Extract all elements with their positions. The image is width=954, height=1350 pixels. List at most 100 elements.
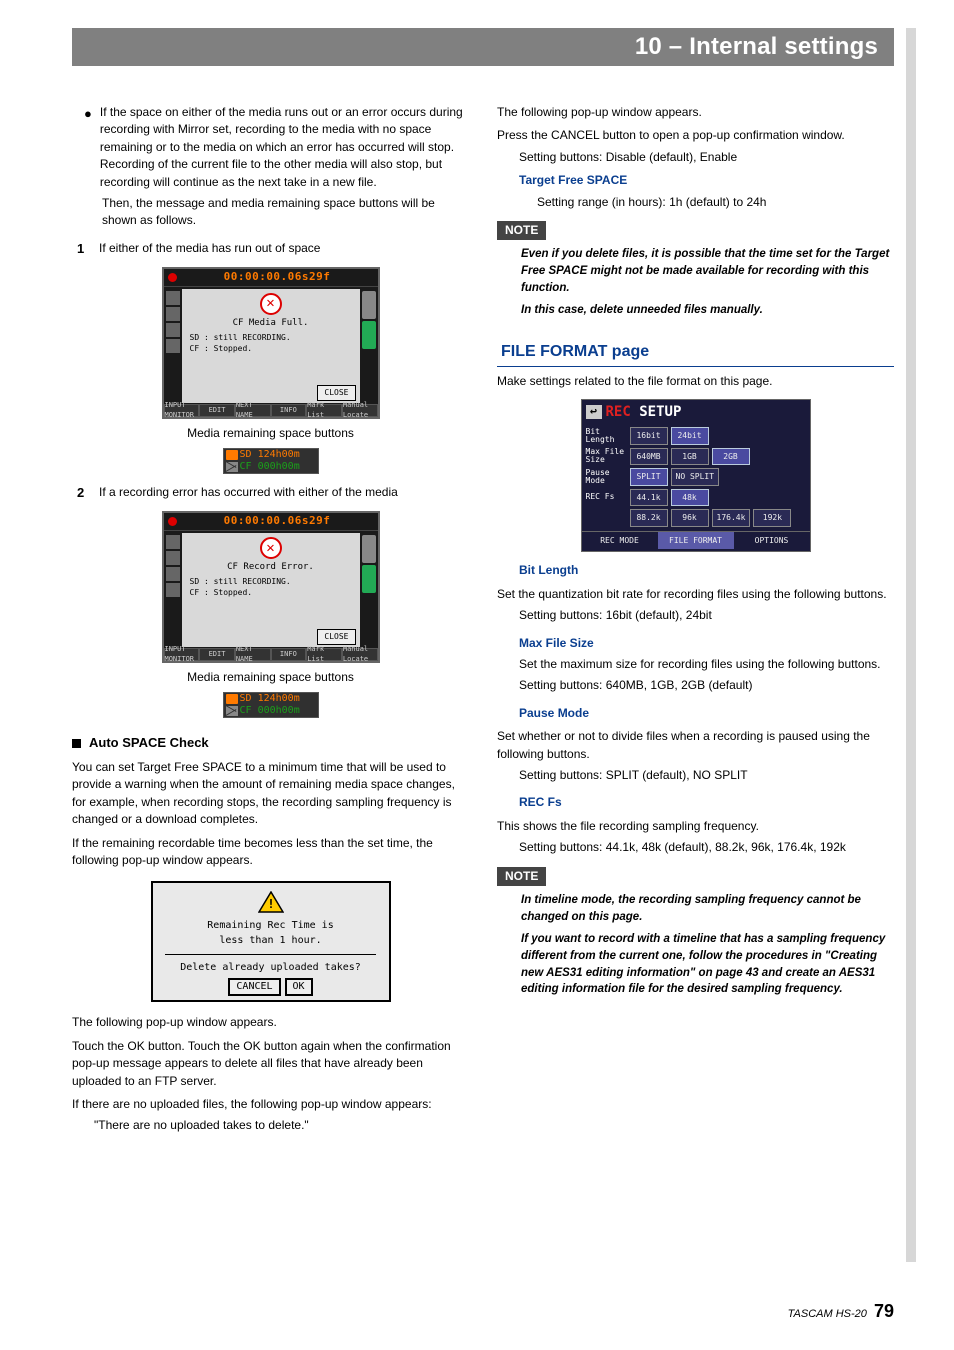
setting-line: Setting buttons: 44.1k, 48k (default), 8… xyxy=(497,839,894,856)
screen-tab[interactable]: Manual Locate xyxy=(342,404,378,417)
note-body: In timeline mode, the recording sampling… xyxy=(497,892,894,998)
status-line: SD : still RECORDING. xyxy=(186,576,356,588)
paragraph: This shows the file recording sampling f… xyxy=(497,818,894,835)
rec-setup-screenshot: ↩ REC SETUP Bit Length16bit24bitMax File… xyxy=(581,399,811,553)
auto-space-check-heading: Auto SPACE Check xyxy=(72,734,469,753)
close-button[interactable]: CLOSE xyxy=(317,385,355,401)
figure-caption: Media remaining space buttons xyxy=(72,425,469,442)
rec-fs-heading: REC Fs xyxy=(497,794,894,811)
rec-setup-row-label: Pause Mode xyxy=(586,469,630,485)
setting-line: Setting buttons: 16bit (default), 24bit xyxy=(497,607,894,624)
cf-icon xyxy=(226,462,238,472)
screen-tab[interactable]: EDIT xyxy=(199,648,235,661)
status-line: SD : still RECORDING. xyxy=(186,332,356,344)
cf-label: CF xyxy=(240,706,252,716)
warning-icon: ! xyxy=(258,891,284,913)
rec-setup-option-button[interactable]: 48k xyxy=(671,489,709,507)
setting-line: Setting buttons: SPLIT (default), NO SPL… xyxy=(497,767,894,784)
screen-tab[interactable]: INPUT MONITOR xyxy=(164,404,200,417)
page-content: ● If the space on either of the media ru… xyxy=(72,104,894,1135)
screen-tab[interactable]: EDIT xyxy=(199,404,235,417)
record-indicator-icon xyxy=(168,273,177,282)
rec-setup-option-button[interactable]: 192k xyxy=(753,509,791,527)
bullet-item: ● If the space on either of the media ru… xyxy=(72,104,469,191)
bit-length-heading: Bit Length xyxy=(497,562,894,579)
screen-tab[interactable]: INFO xyxy=(271,404,307,417)
file-format-page-heading: FILE FORMAT page xyxy=(497,337,894,367)
rec-setup-tab[interactable]: REC MODE xyxy=(582,532,658,550)
rec-setup-tab[interactable]: FILE FORMAT xyxy=(658,532,734,550)
note-paragraph: Even if you delete files, it is possible… xyxy=(521,246,894,296)
paragraph: If there are no uploaded files, the foll… xyxy=(72,1096,469,1113)
setting-line: Setting buttons: Disable (default), Enab… xyxy=(497,149,894,166)
paragraph: The following pop-up window appears. xyxy=(497,104,894,121)
rec-setup-option-button[interactable]: 176.4k xyxy=(712,509,751,527)
screen-tab[interactable]: Mark List xyxy=(306,404,342,417)
close-button[interactable]: CLOSE xyxy=(317,629,355,645)
paragraph: You can set Target Free SPACE to a minim… xyxy=(72,759,469,829)
paragraph: Set the quantization bit rate for record… xyxy=(497,586,894,603)
setting-line: Setting range (in hours): 1h (default) t… xyxy=(497,194,894,211)
popup-line: Remaining Rec Time is xyxy=(207,919,333,934)
rec-setup-row-label: Max File Size xyxy=(586,448,630,464)
chapter-header: 10 – Internal settings xyxy=(72,28,894,66)
item-number: 1 xyxy=(77,240,89,259)
popup-line: less than 1 hour. xyxy=(219,934,321,949)
numbered-item-2: 2 If a recording error has occurred with… xyxy=(72,484,469,503)
paragraph: Make settings related to the file format… xyxy=(497,373,894,390)
paragraph: Set the maximum size for recording files… xyxy=(497,656,894,673)
cf-label: CF xyxy=(240,462,252,472)
paragraph: Touch the OK button. Touch the OK button… xyxy=(72,1038,469,1090)
paragraph: Then, the message and media remaining sp… xyxy=(72,195,469,230)
media-remaining-widget: SD 124h00m CF 000h00m xyxy=(223,692,319,718)
rec-setup-option-button[interactable]: 88.2k xyxy=(630,509,668,527)
note-paragraph: In timeline mode, the recording sampling… xyxy=(521,892,894,925)
figure-caption: Media remaining space buttons xyxy=(72,669,469,686)
screen-tab[interactable]: Mark List xyxy=(306,648,342,661)
cf-value: 000h00m xyxy=(258,462,300,472)
sd-icon xyxy=(226,694,238,704)
page-gutter xyxy=(906,28,916,1262)
sd-label: SD xyxy=(240,450,252,460)
rec-setup-option-button[interactable]: 640MB xyxy=(630,448,668,466)
screen-tab[interactable]: NEXT NAME xyxy=(235,648,271,661)
rec-setup-option-button[interactable]: 1GB xyxy=(671,448,709,466)
error-title: CF Media Full. xyxy=(233,317,309,330)
back-arrow-icon[interactable]: ↩ xyxy=(586,405,602,419)
cf-value: 000h00m xyxy=(258,706,300,716)
record-indicator-icon xyxy=(168,517,177,526)
rec-setup-tab[interactable]: OPTIONS xyxy=(734,532,810,550)
cancel-button[interactable]: CANCEL xyxy=(228,978,280,997)
rec-setup-option-button[interactable]: 24bit xyxy=(671,427,709,445)
popup-remaining-rec-time: ! Remaining Rec Time is less than 1 hour… xyxy=(151,881,391,1002)
right-column: The following pop-up window appears. Pre… xyxy=(497,104,894,1135)
screen-tab[interactable]: INFO xyxy=(271,648,307,661)
status-line: CF : Stopped. xyxy=(186,587,356,599)
sd-value: 124h00m xyxy=(258,450,300,460)
item-number: 2 xyxy=(77,484,89,503)
rec-setup-option-button[interactable]: 2GB xyxy=(712,448,750,466)
screen-tab[interactable]: NEXT NAME xyxy=(235,404,271,417)
rec-setup-option-button[interactable]: 16bit xyxy=(630,427,668,445)
heading-text: Auto SPACE Check xyxy=(89,734,209,753)
paragraph: If the space on either of the media runs… xyxy=(100,104,469,191)
device-screenshot-record-error: 00:00:00.06s29f ✕ CF Record Error. SD : … xyxy=(162,511,380,663)
svg-text:!: ! xyxy=(267,897,274,911)
screen-tab[interactable]: INPUT MONITOR xyxy=(164,648,200,661)
rec-setup-option-button[interactable]: 96k xyxy=(671,509,709,527)
numbered-item-1: 1 If either of the media has run out of … xyxy=(72,240,469,259)
rec-setup-option-button[interactable]: NO SPLIT xyxy=(671,468,720,486)
page-number: 79 xyxy=(874,1301,894,1321)
chapter-title: 10 – Internal settings xyxy=(635,30,878,65)
sd-icon xyxy=(226,450,238,460)
screen-tab[interactable]: Manual Locate xyxy=(342,648,378,661)
target-free-space-heading: Target Free SPACE xyxy=(497,172,894,189)
device-screenshot-media-full: 00:00:00.06s29f ✕ CF Media Full. SD : st… xyxy=(162,267,380,419)
paragraph: Set whether or not to divide files when … xyxy=(497,728,894,763)
ok-button[interactable]: OK xyxy=(285,978,313,997)
rec-setup-option-button[interactable]: 44.1k xyxy=(630,489,668,507)
error-icon: ✕ xyxy=(260,293,282,315)
paragraph: If either of the media has run out of sp… xyxy=(99,240,320,259)
rec-setup-option-button[interactable]: SPLIT xyxy=(630,468,668,486)
pause-mode-heading: Pause Mode xyxy=(497,705,894,722)
